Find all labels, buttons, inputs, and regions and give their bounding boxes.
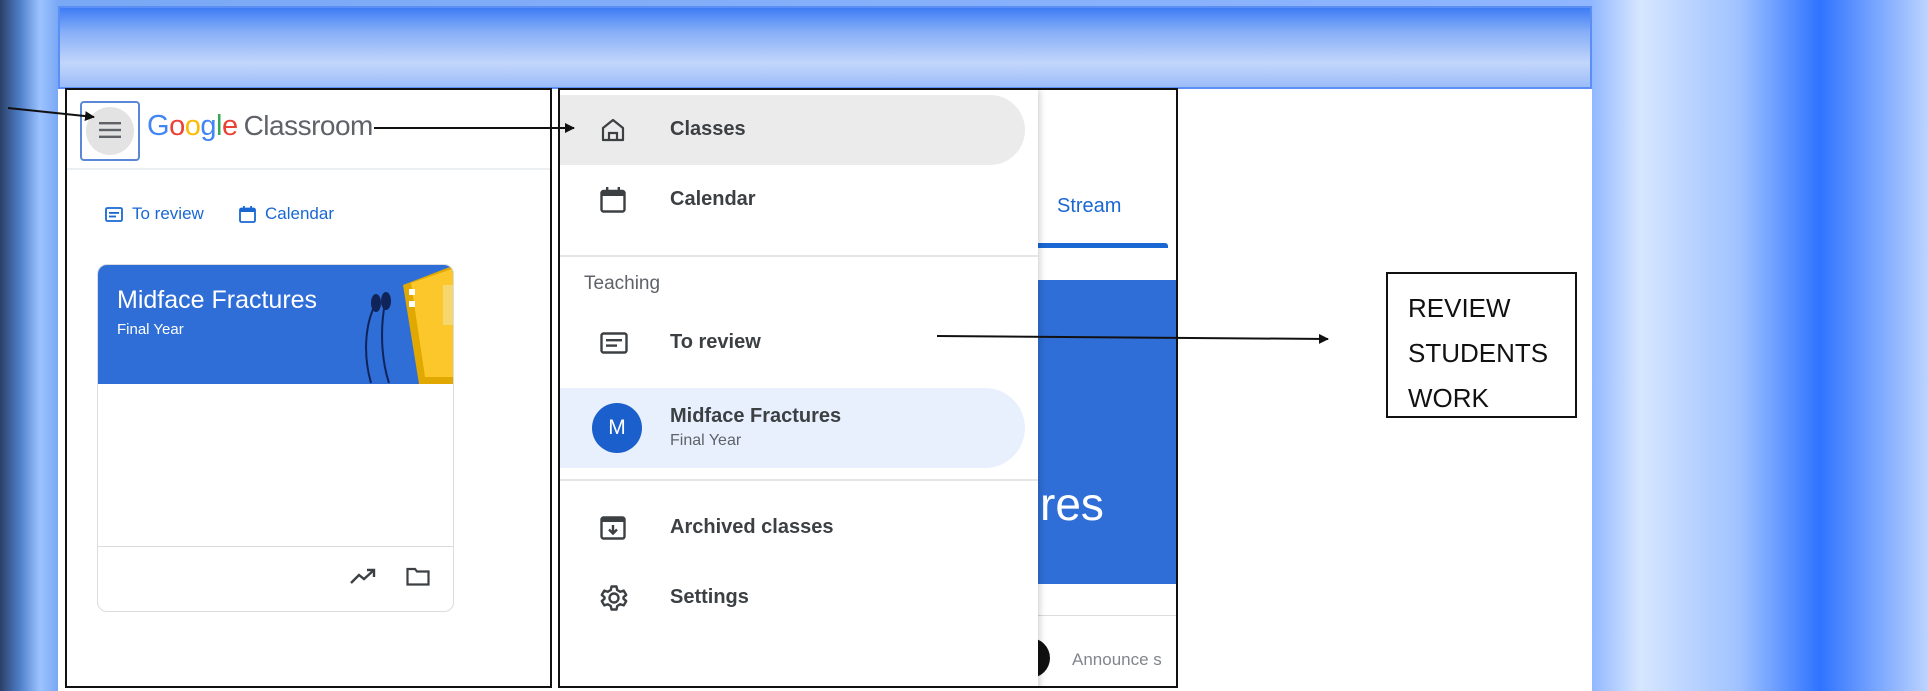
arrow-to-callout <box>936 333 1329 344</box>
arrow-to-menu-button <box>7 107 95 122</box>
annotation-arrows <box>7 107 1329 344</box>
